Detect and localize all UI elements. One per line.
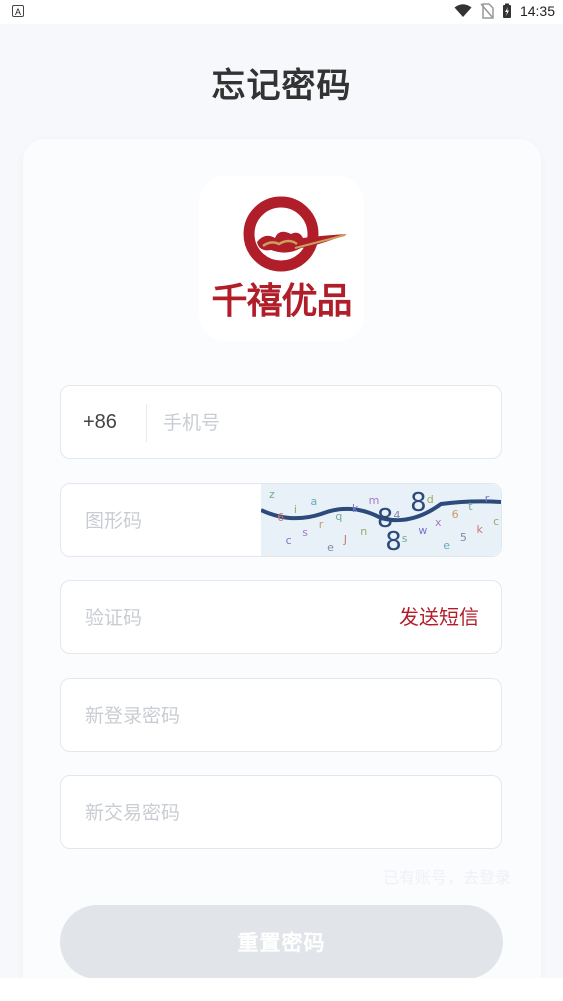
new-login-password-input[interactable] [83, 679, 487, 753]
captcha-field: z6cisareqJknm884s8wdxe65tkrc [60, 483, 502, 558]
captcha-char: 4 [394, 509, 401, 522]
reset-password-button[interactable]: 重置密码 [60, 905, 503, 979]
captcha-char: c [286, 534, 292, 547]
captcha-char: s [302, 526, 308, 539]
wifi-icon [454, 4, 472, 18]
captcha-char: 8 [385, 527, 402, 556]
sms-code-input[interactable] [83, 581, 377, 655]
captcha-char: e [443, 539, 450, 552]
a-icon: A [12, 5, 24, 17]
captcha-char: t [468, 500, 473, 513]
captcha-char: c [493, 515, 499, 528]
captcha-char: k [352, 502, 359, 515]
logo-text: 千禧优品 [211, 281, 352, 322]
captcha-char: x [435, 516, 442, 529]
status-icons: 14:35 [454, 3, 555, 19]
send-sms-button[interactable]: 发送短信 [399, 581, 479, 653]
phone-field: +86 [60, 385, 502, 460]
captcha-char: z [269, 488, 275, 501]
captcha-char: r [485, 492, 490, 505]
battery-charging-icon [502, 3, 512, 19]
logo-emblem-icon [243, 196, 347, 272]
captcha-char: n [360, 525, 367, 538]
divider [146, 404, 147, 442]
captcha-char: w [418, 524, 427, 537]
captcha-char: e [327, 541, 334, 554]
captcha-char: 6 [277, 511, 284, 524]
captcha-char: d [427, 493, 434, 506]
new-login-password-field [60, 678, 502, 753]
captcha-char: k [477, 523, 484, 536]
captcha-char: r [319, 518, 324, 531]
phone-input[interactable] [161, 386, 485, 460]
captcha-char: 6 [452, 508, 459, 521]
new-trade-password-input[interactable] [83, 776, 487, 850]
captcha-char: 5 [460, 531, 467, 544]
captcha-char: s [402, 532, 408, 545]
bottom-bar [0, 978, 563, 1001]
new-trade-password-field [60, 775, 502, 850]
status-time: 14:35 [519, 3, 555, 19]
captcha-char: q [335, 510, 342, 523]
app-logo: 千禧优品 [199, 176, 364, 341]
sms-code-field: 发送短信 [60, 580, 502, 655]
login-link[interactable]: 已有账号，去登录 [383, 864, 511, 888]
country-code[interactable]: +86 [83, 386, 117, 458]
no-sim-icon [480, 3, 494, 19]
status-bar: A 14:35 [0, 0, 563, 24]
page-title: 忘记密码 [211, 66, 352, 106]
captcha-char: i [294, 503, 297, 516]
captcha-char: a [311, 495, 318, 508]
captcha-image[interactable]: z6cisareqJknm884s8wdxe65tkrc [261, 484, 501, 556]
captcha-char: J [343, 533, 347, 546]
captcha-char: 8 [410, 488, 427, 518]
captcha-input[interactable] [83, 484, 257, 558]
